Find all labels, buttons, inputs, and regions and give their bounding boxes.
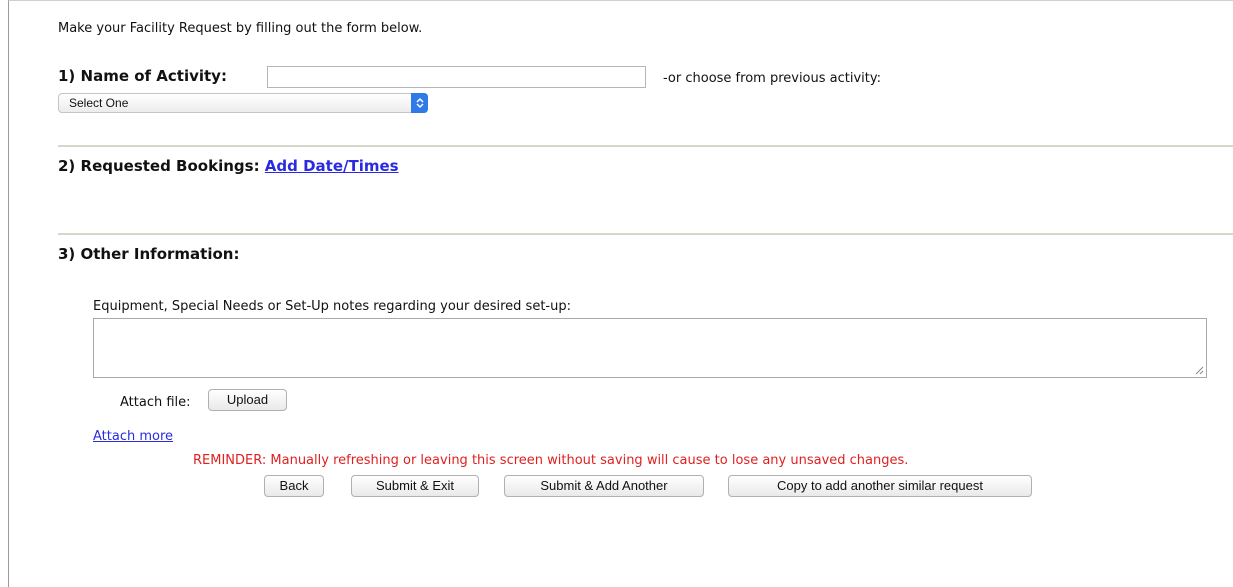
section-divider <box>58 145 1233 147</box>
requested-bookings-label: 2) Requested Bookings: Add Date/Times <box>58 157 399 175</box>
other-information-label: 3) Other Information: <box>58 245 240 263</box>
notes-textarea[interactable] <box>93 318 1207 378</box>
previous-activity-select[interactable]: Select One <box>58 93 428 113</box>
select-value: Select One <box>69 96 129 110</box>
page-frame <box>8 0 1233 587</box>
activity-name-label: 1) Name of Activity: <box>58 67 227 85</box>
notes-label: Equipment, Special Needs or Set-Up notes… <box>93 299 571 314</box>
submit-add-another-button[interactable]: Submit & Add Another <box>504 475 704 497</box>
copy-request-button[interactable]: Copy to add another similar request <box>728 475 1032 497</box>
resize-grip-icon[interactable] <box>1195 366 1204 375</box>
submit-exit-button[interactable]: Submit & Exit <box>351 475 479 497</box>
activity-name-input[interactable] <box>267 66 646 88</box>
section-divider <box>58 233 1233 235</box>
add-date-times-link[interactable]: Add Date/Times <box>265 157 399 175</box>
attach-more-link[interactable]: Attach more <box>93 429 173 444</box>
attach-file-label: Attach file: <box>120 395 191 410</box>
upload-button[interactable]: Upload <box>208 389 287 411</box>
select-updown-icon <box>411 93 428 113</box>
back-button[interactable]: Back <box>264 475 324 497</box>
unsaved-changes-reminder: REMINDER: Manually refreshing or leaving… <box>193 453 909 468</box>
intro-text: Make your Facility Request by filling ou… <box>58 21 423 36</box>
requested-bookings-text: 2) Requested Bookings: <box>58 157 260 175</box>
previous-activity-label: -or choose from previous activity: <box>663 71 882 86</box>
